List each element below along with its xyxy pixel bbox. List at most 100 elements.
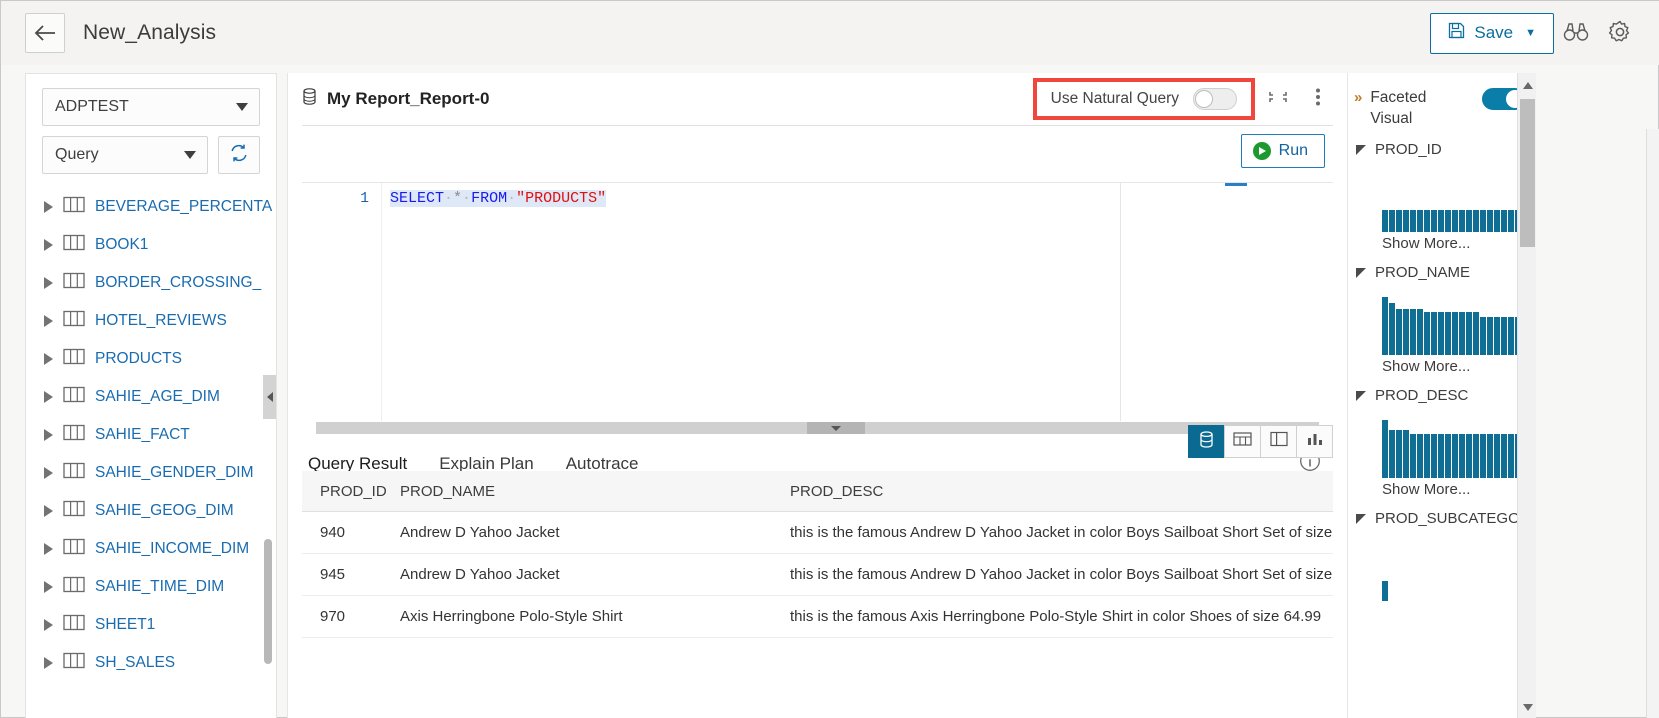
facet-scrollbar-thumb[interactable] [1520,99,1535,247]
histogram-bar[interactable] [1508,317,1514,355]
view-mode-chart-button[interactable] [1296,425,1333,458]
collapse-triangle-icon[interactable] [1356,391,1366,401]
histogram-bar[interactable] [1382,420,1388,478]
histogram-bar[interactable] [1508,434,1514,478]
facet-title-row[interactable]: PROD_SUBCATEGORY [1356,510,1528,527]
facet-histogram[interactable] [1382,543,1528,601]
tree-item-beverage_percenta[interactable]: BEVERAGE_PERCENTA [26,188,276,226]
connection-select[interactable]: ADPTEST [42,88,260,126]
histogram-bar[interactable] [1389,210,1395,232]
histogram-bar[interactable] [1417,210,1423,232]
binoculars-button[interactable] [1554,11,1598,55]
histogram-bar[interactable] [1410,309,1416,355]
editor-splitter-grip[interactable] [807,422,865,434]
histogram-bar[interactable] [1452,210,1458,232]
histogram-bar[interactable] [1403,210,1409,232]
tree-item-sh_sales[interactable]: SH_SALES [26,644,276,682]
histogram-bar[interactable] [1438,434,1444,478]
histogram-bar[interactable] [1480,210,1486,232]
histogram-bar[interactable] [1466,210,1472,232]
histogram-bar[interactable] [1480,434,1486,478]
histogram-bar[interactable] [1480,317,1486,355]
expand-triangle-icon[interactable] [44,619,53,631]
facet-histogram[interactable] [1382,420,1528,478]
histogram-bar[interactable] [1410,434,1416,478]
histogram-bar[interactable] [1424,434,1430,478]
histogram-bar[interactable] [1473,312,1479,355]
histogram-bar[interactable] [1389,303,1395,355]
show-more-link[interactable]: Show More... [1382,358,1528,375]
table-row[interactable]: 945Andrew D Yahoo Jacketthis is the famo… [302,554,1333,596]
histogram-bar[interactable] [1501,317,1507,355]
view-mode-table-button[interactable] [1224,425,1261,458]
facet-scrollbar-track[interactable] [1517,73,1536,718]
histogram-bar[interactable] [1438,312,1444,355]
histogram-bar[interactable] [1459,312,1465,355]
expand-triangle-icon[interactable] [44,201,53,213]
histogram-bar[interactable] [1389,430,1395,478]
facet-title-row[interactable]: PROD_DESC [1356,387,1528,404]
settings-button[interactable] [1598,11,1642,55]
histogram-bar[interactable] [1501,210,1507,232]
histogram-bar[interactable] [1508,210,1514,232]
histogram-bar[interactable] [1487,317,1493,355]
collapse-triangle-icon[interactable] [1356,514,1366,524]
column-header-prod_name[interactable]: PROD_NAME [400,483,790,500]
chevrons-right-icon[interactable]: » [1354,87,1362,106]
show-more-link[interactable]: Show More... [1382,235,1528,252]
table-row[interactable]: 970Axis Herringbone Polo-Style Shirtthis… [302,596,1333,638]
histogram-bar[interactable] [1438,210,1444,232]
histogram-bar[interactable] [1431,312,1437,355]
scroll-up-button[interactable] [1518,75,1536,95]
histogram-bar[interactable] [1494,210,1500,232]
editor-horizontal-scrollbar[interactable] [316,422,1319,434]
histogram-bar[interactable] [1473,210,1479,232]
tree-item-sheet1[interactable]: SHEET1 [26,606,276,644]
histogram-bar[interactable] [1417,309,1423,355]
histogram-bar[interactable] [1403,309,1409,355]
histogram-bar[interactable] [1424,210,1430,232]
tree-item-products[interactable]: PRODUCTS [26,340,276,378]
table-row[interactable]: 940Andrew D Yahoo Jacketthis is the famo… [302,512,1333,554]
column-header-prod_desc[interactable]: PROD_DESC [790,483,1333,500]
histogram-bar[interactable] [1473,434,1479,478]
back-button[interactable] [25,13,65,53]
histogram-bar[interactable] [1396,210,1402,232]
expand-triangle-icon[interactable] [44,467,53,479]
histogram-bar[interactable] [1487,434,1493,478]
histogram-bar[interactable] [1410,210,1416,232]
histogram-bar[interactable] [1382,581,1388,601]
histogram-bar[interactable] [1445,210,1451,232]
histogram-bar[interactable] [1396,430,1402,478]
tree-item-sahie_age_dim[interactable]: SAHIE_AGE_DIM [26,378,276,416]
histogram-bar[interactable] [1494,434,1500,478]
tree-item-border_crossing_[interactable]: BORDER_CROSSING_ [26,264,276,302]
expand-triangle-icon[interactable] [44,543,53,555]
tree-item-book1[interactable]: BOOK1 [26,226,276,264]
sidebar-scrollbar-thumb[interactable] [264,539,272,664]
view-mode-grid-button[interactable] [1188,425,1225,458]
facet-title-row[interactable]: PROD_NAME [1356,264,1528,281]
facet-histogram[interactable] [1382,174,1528,232]
page-scrollbar[interactable] [1646,129,1659,718]
tree-item-hotel_reviews[interactable]: HOTEL_REVIEWS [26,302,276,340]
histogram-bar[interactable] [1382,210,1388,232]
facet-title-row[interactable]: PROD_ID [1356,141,1528,158]
expand-triangle-icon[interactable] [44,429,53,441]
histogram-bar[interactable] [1459,434,1465,478]
histogram-bar[interactable] [1466,312,1472,355]
histogram-bar[interactable] [1431,434,1437,478]
tree-item-sahie_income_dim[interactable]: SAHIE_INCOME_DIM [26,530,276,568]
histogram-bar[interactable] [1431,210,1437,232]
collapse-triangle-icon[interactable] [1356,268,1366,278]
histogram-bar[interactable] [1396,309,1402,355]
object-type-select[interactable]: Query [42,136,208,174]
show-more-link[interactable]: Show More... [1382,481,1528,498]
histogram-bar[interactable] [1445,434,1451,478]
collapse-button[interactable] [1261,82,1295,116]
tree-item-sahie_gender_dim[interactable]: SAHIE_GENDER_DIM [26,454,276,492]
histogram-bar[interactable] [1382,297,1388,355]
histogram-bar[interactable] [1466,434,1472,478]
histogram-bar[interactable] [1487,210,1493,232]
save-button[interactable]: Save ▼ [1430,13,1554,54]
